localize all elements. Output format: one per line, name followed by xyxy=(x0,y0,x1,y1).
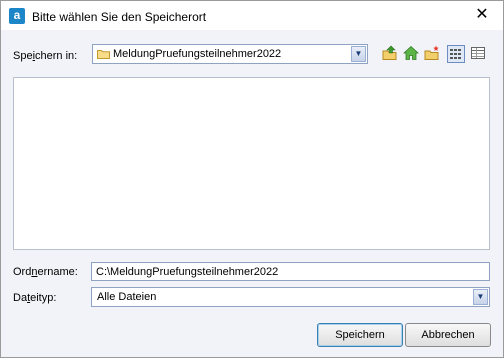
file-type-dropdown[interactable]: Alle Dateien ▼ xyxy=(91,287,490,307)
list-view-icon xyxy=(450,49,461,59)
folder-up-button[interactable] xyxy=(382,45,400,63)
file-type-label: Dateityp: xyxy=(13,292,57,304)
details-view-button[interactable] xyxy=(470,45,488,63)
save-button[interactable]: Speichern xyxy=(317,323,403,347)
new-folder-icon xyxy=(424,45,439,60)
close-button[interactable]: ✕ xyxy=(461,1,503,30)
details-view-icon xyxy=(471,47,485,59)
folder-name-input[interactable]: C:\MeldungPruefungsteilnehmer2022 xyxy=(91,262,490,281)
save-in-value: MeldungPruefungsteilnehmer2022 xyxy=(113,48,282,60)
chevron-down-icon[interactable]: ▼ xyxy=(473,289,488,305)
home-button[interactable] xyxy=(402,45,421,63)
folder-up-icon xyxy=(382,45,397,60)
folder-name-label: Ordnername: xyxy=(13,266,78,278)
folder-name-value: C:\MeldungPruefungsteilnehmer2022 xyxy=(96,266,279,278)
app-icon: a xyxy=(9,8,25,24)
save-dialog: a Bitte wählen Sie den Speicherort ✕ Spe… xyxy=(0,0,504,358)
home-icon xyxy=(402,45,420,60)
file-type-value: Alle Dateien xyxy=(97,291,157,303)
save-in-dropdown[interactable]: MeldungPruefungsteilnehmer2022 ▼ xyxy=(92,44,368,64)
new-folder-button[interactable] xyxy=(424,45,442,63)
window-title: Bitte wählen Sie den Speicherort xyxy=(32,10,207,24)
chevron-down-icon[interactable]: ▼ xyxy=(351,46,366,62)
cancel-button[interactable]: Abbrechen xyxy=(405,323,491,347)
save-in-label: Speichern in: xyxy=(13,50,78,62)
folder-icon xyxy=(97,50,110,59)
list-view-button[interactable] xyxy=(447,45,465,63)
file-list[interactable] xyxy=(13,77,490,250)
title-bar: a Bitte wählen Sie den Speicherort ✕ xyxy=(1,1,503,30)
